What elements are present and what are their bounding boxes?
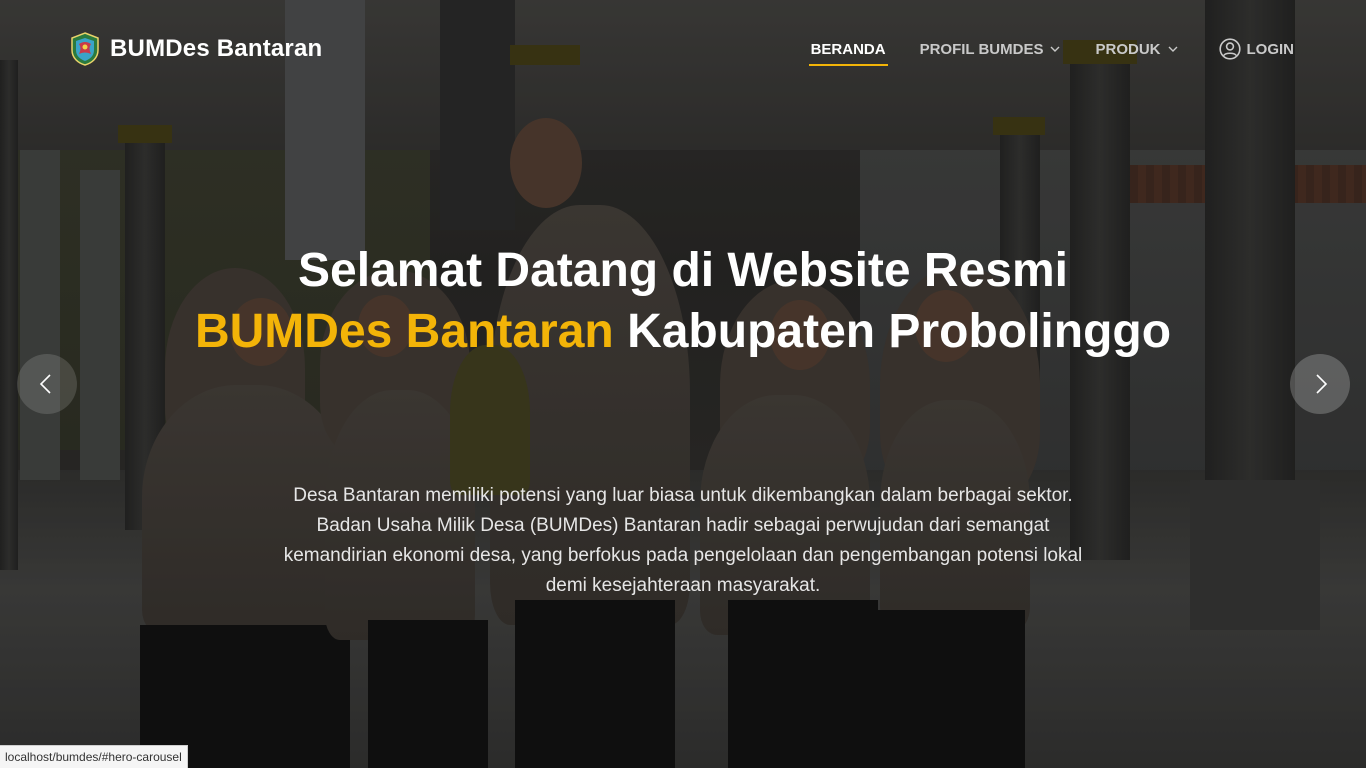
chevron-right-icon [1316, 374, 1328, 394]
brand-name: BUMDes Bantaran [110, 35, 323, 62]
brand[interactable]: BUMDes Bantaran [70, 32, 322, 66]
nav-item-produk[interactable]: PRODUK [1095, 41, 1178, 66]
carousel-prev-button[interactable] [17, 354, 77, 414]
nav-item-profil-bumdes[interactable]: PROFIL BUMDES [920, 41, 1062, 66]
chevron-left-icon [39, 374, 51, 394]
main-nav: BERANDA PROFIL BUMDES PRODUK LOGIN [777, 38, 1294, 68]
status-bar-url: localhost/bumdes/#hero-carousel [0, 745, 188, 768]
hero-title-accent: BUMDes Bantaran [194, 305, 614, 358]
hero-background-photo [0, 0, 1366, 768]
site-header: BUMDes Bantaran BERANDA PROFIL BUMDES PR… [0, 0, 1366, 100]
login-button[interactable]: LOGIN [1218, 38, 1295, 68]
nav-item-label: BERANDA [810, 40, 886, 58]
user-circle-icon [1218, 38, 1241, 60]
hero-carousel: BUMDes Bantaran BERANDA PROFIL BUMDES PR… [0, 0, 1366, 768]
nav-item-label: PRODUK [1095, 40, 1161, 58]
nav-item-beranda[interactable]: BERANDA [808, 40, 888, 66]
login-label: LOGIN [1246, 40, 1295, 58]
chevron-down-icon [1050, 46, 1060, 52]
hero-description: Desa Bantaran memiliki potensi yang luar… [283, 485, 1083, 596]
chevron-down-icon [1168, 46, 1177, 52]
hero-title: Selamat Datang di Website Resmi BUMDes B… [183, 240, 1183, 362]
nav-item-label: PROFIL BUMDES [919, 40, 1044, 58]
hero-title-rest: Kabupaten Probolinggo [613, 305, 1172, 358]
hero-title-line1: Selamat Datang di Website Resmi [297, 244, 1068, 297]
village-emblem-icon [71, 32, 99, 66]
carousel-next-button[interactable] [1290, 354, 1350, 414]
